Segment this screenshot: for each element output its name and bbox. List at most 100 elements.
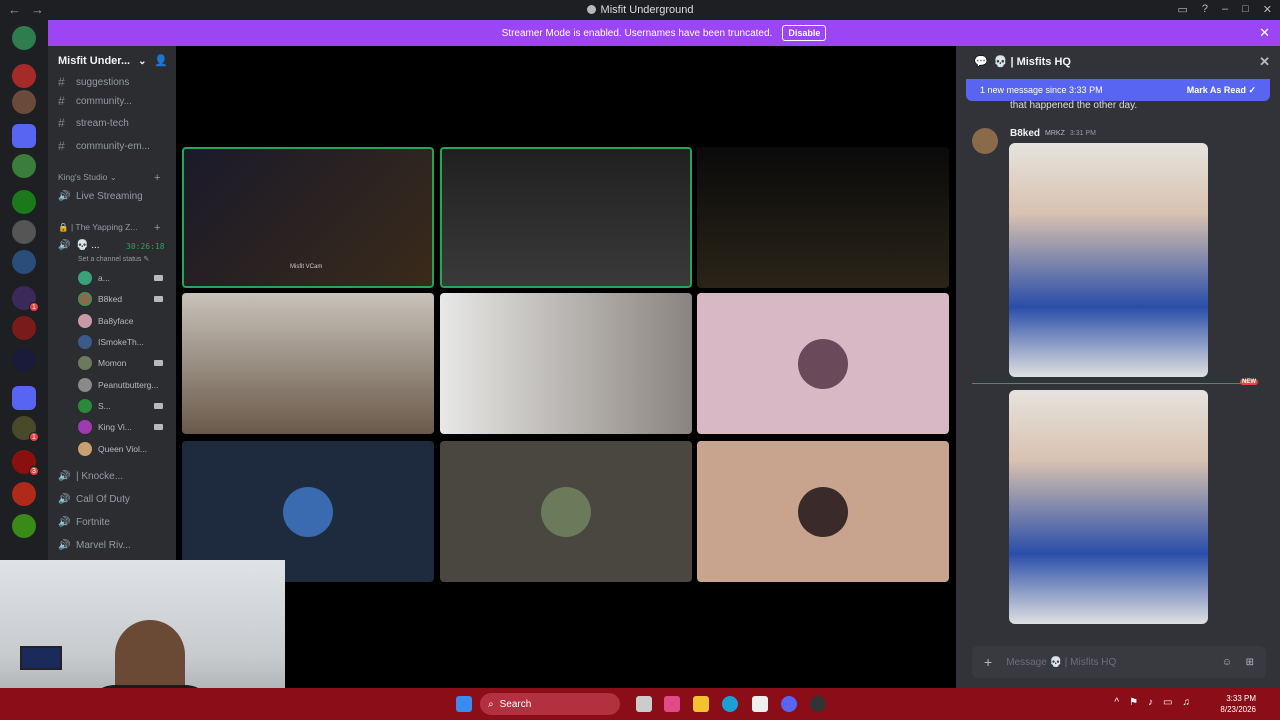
voice-channel[interactable]: 🔊 | Knocke... xyxy=(58,466,123,486)
video-tile[interactable] xyxy=(697,441,949,582)
voice-user[interactable]: Queen Viol... xyxy=(78,439,147,459)
clock[interactable]: 3:33 PM 8/23/2026 xyxy=(1220,693,1256,715)
chat-channel-name: 💀 | Misfits HQ xyxy=(993,55,1071,68)
speaker-icon: 🔊 xyxy=(58,239,71,251)
avatar xyxy=(78,335,92,349)
monitor-icon[interactable]: ▭ xyxy=(1163,697,1172,708)
voice-channel[interactable]: 🔊 Marvel Riv... xyxy=(58,535,131,555)
video-tile[interactable] xyxy=(182,293,434,434)
file-explorer-icon[interactable] xyxy=(693,696,709,712)
window-controls: ▭ ? – □ ✕ xyxy=(1177,3,1272,16)
video-tile[interactable] xyxy=(440,441,692,582)
server-icon[interactable]: 1 xyxy=(12,416,39,442)
new-messages-bar[interactable]: 1 new message since 3:33 PM Mark As Read… xyxy=(966,79,1270,101)
server-icon[interactable] xyxy=(12,514,36,538)
mic-icon[interactable]: ♪ xyxy=(1148,697,1153,708)
mark-as-read-button[interactable]: Mark As Read ✓ xyxy=(1187,85,1256,96)
store-icon[interactable] xyxy=(752,696,768,712)
add-member-icon[interactable]: 👤 xyxy=(154,54,168,67)
voice-channel[interactable]: 🔊 Fortnite xyxy=(58,512,110,532)
apps-icon[interactable]: ⊞ xyxy=(1246,657,1254,668)
disable-button[interactable]: Disable xyxy=(782,25,827,41)
thread-icon: 💬 xyxy=(974,55,988,68)
server-icon[interactable] xyxy=(12,482,36,506)
server-icon[interactable] xyxy=(12,348,36,372)
obs-icon[interactable] xyxy=(810,696,826,712)
network-icon[interactable]: ⚑ xyxy=(1129,697,1138,708)
channel-item-live[interactable]: 🔊 Live Streaming xyxy=(58,186,143,206)
add-channel-icon[interactable]: + xyxy=(154,222,160,234)
status-hint: Set a channel status xyxy=(78,255,142,263)
category-header[interactable]: King's Studio ⌄ + xyxy=(58,172,160,184)
taskbar-search[interactable]: ⌕ Search xyxy=(480,693,620,715)
avatar xyxy=(283,487,333,537)
help-icon[interactable]: ? xyxy=(1202,3,1208,16)
server-icon[interactable] xyxy=(12,90,36,114)
minimize-icon[interactable]: – xyxy=(1222,3,1228,16)
edge-icon[interactable] xyxy=(722,696,738,712)
message-image[interactable] xyxy=(1009,390,1208,624)
voice-user[interactable]: Ba8yface xyxy=(78,311,133,331)
avatar xyxy=(78,442,92,456)
volume-icon[interactable]: ♫ xyxy=(1183,697,1191,708)
close-icon[interactable]: ✕ xyxy=(1263,3,1272,16)
channel-item[interactable]: # suggestions xyxy=(58,72,129,92)
voice-user[interactable]: Peanutbutterg... xyxy=(78,375,159,395)
task-view-icon[interactable] xyxy=(636,696,652,712)
author-name[interactable]: B8ked xyxy=(1010,128,1040,139)
server-icon[interactable] xyxy=(12,250,36,274)
video-tile[interactable] xyxy=(697,147,949,288)
server-icon[interactable]: 1 xyxy=(12,286,39,312)
avatar[interactable] xyxy=(972,128,998,154)
copilot-icon[interactable] xyxy=(664,696,680,712)
close-chat-icon[interactable]: ✕ xyxy=(1259,54,1270,70)
server-icon[interactable] xyxy=(12,64,36,88)
server-icon[interactable] xyxy=(12,190,36,214)
channel-item[interactable]: # community-em... xyxy=(58,136,150,156)
voice-user[interactable]: ISmokeTh... xyxy=(78,332,144,352)
video-tile[interactable] xyxy=(440,293,692,434)
voice-category-header[interactable]: 🔒 | The Yapping Z... + xyxy=(58,222,160,234)
video-tile[interactable] xyxy=(440,147,692,288)
start-icon[interactable] xyxy=(456,696,472,712)
folder-icon[interactable] xyxy=(12,386,36,410)
video-grid: Misfit VCam xyxy=(176,46,956,688)
home-server-icon[interactable] xyxy=(12,26,36,50)
close-banner-icon[interactable]: ✕ xyxy=(1259,25,1270,41)
voice-user[interactable]: S... xyxy=(78,396,163,416)
voice-user[interactable]: King Vi... xyxy=(78,417,163,437)
user-name: Momon xyxy=(98,358,127,368)
maximize-icon[interactable]: □ xyxy=(1242,3,1249,16)
chevron-up-icon[interactable]: ^ xyxy=(1114,697,1119,708)
search-icon: ⌕ xyxy=(488,698,494,710)
composer-placeholder: Message 💀 | Misfits HQ xyxy=(1006,656,1117,668)
avatar xyxy=(78,292,92,306)
video-tile[interactable]: Misfit VCam xyxy=(182,147,434,288)
video-tile[interactable] xyxy=(697,293,949,434)
channel-status[interactable]: Set a channel status ✎ xyxy=(78,249,149,269)
channel-item[interactable]: # community... xyxy=(58,91,132,111)
emoji-icon[interactable]: ☺ xyxy=(1222,657,1232,668)
add-attachment-icon[interactable]: + xyxy=(984,654,992,670)
server-icon[interactable] xyxy=(12,154,36,178)
voice-user[interactable]: a... xyxy=(78,268,163,288)
voice-user[interactable]: Momon xyxy=(78,353,163,373)
speaker-icon: 🔊 xyxy=(58,493,71,505)
add-channel-icon[interactable]: + xyxy=(154,172,160,184)
avatar xyxy=(78,420,92,434)
server-icon[interactable]: 3 xyxy=(12,450,39,476)
message-composer[interactable]: + Message 💀 | Misfits HQ ☺ ⊞ xyxy=(972,646,1266,678)
folder-icon[interactable] xyxy=(12,124,36,148)
camera-icon xyxy=(154,403,163,409)
monitor-shape xyxy=(20,646,62,670)
user-name: King Vi... xyxy=(98,422,132,432)
user-name: S... xyxy=(98,401,111,411)
voice-user[interactable]: B8ked xyxy=(78,289,163,309)
server-icon[interactable] xyxy=(12,220,36,244)
inbox-icon[interactable]: ▭ xyxy=(1177,3,1187,16)
message-image[interactable] xyxy=(1009,143,1208,377)
channel-item[interactable]: # stream-tech xyxy=(58,113,129,133)
discord-icon[interactable] xyxy=(781,696,797,712)
server-icon[interactable] xyxy=(12,316,36,340)
voice-channel[interactable]: 🔊 Call Of Duty xyxy=(58,489,130,509)
